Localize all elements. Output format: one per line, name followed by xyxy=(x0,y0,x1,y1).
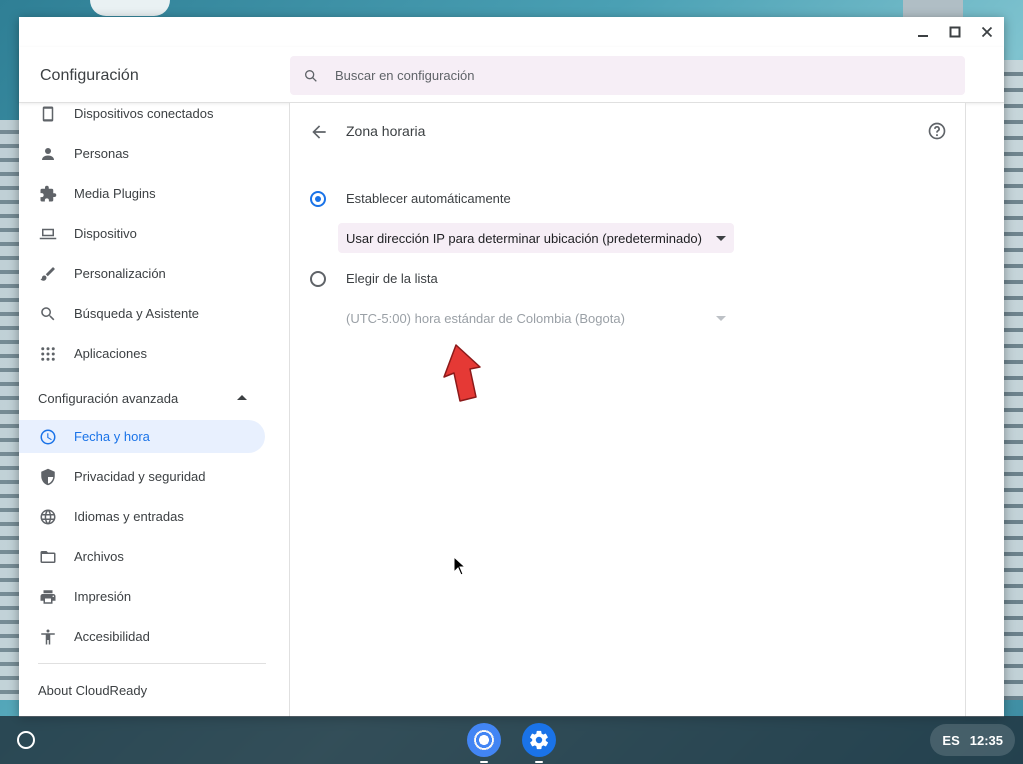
sidebar-item-accesibilidad[interactable]: Accesibilidad xyxy=(19,620,265,653)
clock-time: 12:35 xyxy=(969,732,1003,748)
maximize-button[interactable] xyxy=(946,23,964,41)
sidebar-item-label: Idiomas y entradas xyxy=(74,509,184,524)
sidebar-item-label: Búsqueda y Asistente xyxy=(74,306,200,321)
advanced-settings-label: Configuración avanzada xyxy=(38,390,179,406)
sidebar-item-label: Archivos xyxy=(74,549,124,564)
sidebar-item-label: Accesibilidad xyxy=(74,629,150,644)
person-icon xyxy=(38,144,58,164)
wallpaper-tower xyxy=(903,0,963,18)
sidebar-item-label: Privacidad y seguridad xyxy=(74,469,206,484)
sidebar-item-media-plugins[interactable]: Media Plugins xyxy=(19,177,265,210)
chrome-app-icon[interactable] xyxy=(467,723,501,763)
maximize-icon xyxy=(949,26,961,38)
settings-window: Configuración Dispositivos conectados Pe… xyxy=(19,17,1004,717)
location-method-dropdown[interactable]: Usar dirección IP para determinar ubicac… xyxy=(338,223,734,253)
sidebar-item-fecha-hora[interactable]: Fecha y hora xyxy=(19,420,265,453)
sidebar-item-busqueda-asistente[interactable]: Búsqueda y Asistente xyxy=(19,297,265,330)
settings-app-button[interactable] xyxy=(522,723,556,763)
search-input[interactable] xyxy=(335,68,915,83)
chevron-down-icon xyxy=(716,236,726,241)
launcher-button[interactable] xyxy=(17,731,35,749)
status-tray[interactable]: ES 12:35 xyxy=(930,724,1015,756)
clock-icon xyxy=(38,427,58,447)
sidebar-item-label: Dispositivos conectados xyxy=(74,106,214,121)
sidebar: Dispositivos conectados Personas Media P… xyxy=(19,103,289,717)
wallpaper-building-right xyxy=(1003,60,1023,700)
radio-auto-timezone[interactable] xyxy=(310,191,326,207)
radio-choose-from-list[interactable] xyxy=(310,271,326,287)
chevron-up-icon xyxy=(237,395,247,400)
accessibility-icon xyxy=(38,627,58,647)
folder-icon xyxy=(38,547,58,567)
radio-auto-label[interactable]: Establecer automáticamente xyxy=(346,191,511,206)
timezone-list-dropdown: (UTC-5:00) hora estándar de Colombia (Bo… xyxy=(338,303,734,333)
help-icon[interactable] xyxy=(927,121,947,141)
wallpaper-cloud xyxy=(90,0,170,16)
input-language-indicator: ES xyxy=(942,732,960,748)
minimize-icon xyxy=(918,35,928,37)
laptop-icon xyxy=(38,224,58,244)
sidebar-item-impresion[interactable]: Impresión xyxy=(19,580,265,613)
app-title: Configuración xyxy=(40,67,139,84)
close-icon xyxy=(981,26,993,38)
close-button[interactable] xyxy=(978,23,996,41)
back-arrow-icon[interactable] xyxy=(309,122,329,142)
minimize-button[interactable] xyxy=(914,23,932,41)
sidebar-item-label: Aplicaciones xyxy=(74,346,147,361)
window-controls xyxy=(914,23,996,41)
red-annotation-arrow-icon xyxy=(443,344,481,402)
settings-header: Configuración xyxy=(19,47,1004,103)
globe-icon xyxy=(38,507,58,527)
sidebar-item-personas[interactable]: Personas xyxy=(19,137,265,170)
sidebar-item-label: Personas xyxy=(74,146,129,161)
search-icon xyxy=(38,304,58,324)
sidebar-divider xyxy=(38,663,266,664)
sidebar-item-label: Dispositivo xyxy=(74,226,137,241)
mouse-cursor-icon xyxy=(453,556,467,576)
sidebar-item-label: Impresión xyxy=(74,589,132,604)
brush-icon xyxy=(38,264,58,284)
chevron-down-icon xyxy=(716,316,726,321)
sidebar-item-personalizacion[interactable]: Personalización xyxy=(19,257,265,290)
page-title: Zona horaria xyxy=(346,123,426,139)
search-box[interactable] xyxy=(290,56,965,95)
shield-icon xyxy=(38,467,58,487)
sidebar-item-dispositivo[interactable]: Dispositivo xyxy=(19,217,265,250)
phone-icon xyxy=(38,104,58,124)
timezone-panel: Zona horaria Establecer automáticamente … xyxy=(289,103,966,717)
dropdown-value: (UTC-5:00) hora estándar de Colombia (Bo… xyxy=(346,310,625,326)
wallpaper-building-left xyxy=(0,120,20,700)
gear-icon xyxy=(530,730,549,750)
title-bar xyxy=(19,17,1004,47)
sidebar-item-idiomas-entradas[interactable]: Idiomas y entradas xyxy=(19,500,265,533)
sidebar-item-label: Fecha y hora xyxy=(74,429,150,444)
app-running-indicator xyxy=(535,761,543,763)
sidebar-item-aplicaciones[interactable]: Aplicaciones xyxy=(19,337,265,370)
printer-icon xyxy=(38,587,58,607)
about-cloudready-link[interactable]: About CloudReady xyxy=(38,683,147,698)
dropdown-value: Usar dirección IP para determinar ubicac… xyxy=(346,230,702,246)
radio-list-label[interactable]: Elegir de la lista xyxy=(346,271,438,286)
app-running-indicator xyxy=(480,761,488,763)
sidebar-item-label: Media Plugins xyxy=(74,186,156,201)
sidebar-item-archivos[interactable]: Archivos xyxy=(19,540,265,573)
puzzle-icon xyxy=(38,184,58,204)
sidebar-item-label: Personalización xyxy=(74,266,166,281)
shelf: ES 12:35 xyxy=(0,716,1023,764)
apps-grid-icon xyxy=(38,344,58,364)
search-icon xyxy=(305,69,317,82)
sidebar-item-privacidad-seguridad[interactable]: Privacidad y seguridad xyxy=(19,460,265,493)
sidebar-item-dispositivos-conectados[interactable]: Dispositivos conectados xyxy=(19,103,265,130)
advanced-settings-toggle[interactable]: Configuración avanzada xyxy=(19,383,265,413)
settings-content: Dispositivos conectados Personas Media P… xyxy=(19,103,1004,717)
